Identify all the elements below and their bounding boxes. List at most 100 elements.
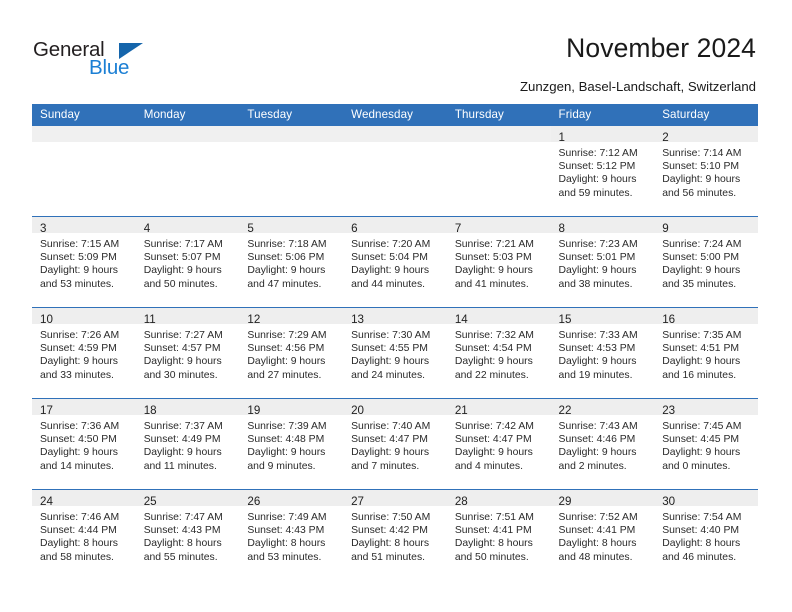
day-number-band: 9 — [654, 217, 758, 235]
calendar-table: Sunday Monday Tuesday Wednesday Thursday… — [32, 104, 758, 580]
daylight-text-line1: Daylight: 8 hours — [143, 538, 222, 550]
day-number-band: 11 — [135, 308, 240, 326]
calendar-day-cell[interactable]: 28 Sunrise: 7:51 AM Sunset: 4:41 PM Dayligh… — [446, 489, 551, 580]
daylight-text-line1: Daylight: 8 hours — [247, 538, 326, 550]
day-number-band: 27 — [343, 490, 447, 508]
sunset-text: Sunset: 4:41 PM — [454, 525, 532, 537]
day-number: 13 — [351, 313, 365, 326]
day-details: Sunrise: 7:21 AM Sunset: 5:03 PM Daylight:… — [447, 233, 551, 291]
sunset-text: Sunset: 5:07 PM — [143, 252, 221, 264]
daylight-text-line2: and 46 minutes. — [662, 551, 737, 563]
sunrise-text: Sunrise: 7:17 AM — [143, 239, 223, 250]
day-number-band — [239, 126, 344, 142]
day-number-band — [343, 126, 447, 142]
daylight-text-line1: Daylight: 9 hours — [143, 447, 222, 459]
weekday-header-wednesday: Wednesday — [343, 104, 447, 126]
day-number-band: 8 — [550, 217, 655, 235]
calendar-day-cell[interactable]: 16 Sunrise: 7:35 AM Sunset: 4:51 PM Dayligh… — [654, 307, 758, 399]
sunrise-text: Sunrise: 7:54 AM — [662, 512, 742, 523]
day-number: 19 — [247, 404, 261, 417]
day-number: 23 — [662, 404, 676, 417]
day-details: Sunrise: 7:50 AM Sunset: 4:42 PM Daylight:… — [343, 506, 447, 564]
calendar-day-cell[interactable]: 17 Sunrise: 7:36 AM Sunset: 4:50 PM Dayligh… — [32, 398, 136, 490]
calendar-day-cell[interactable]: 19 Sunrise: 7:39 AM Sunset: 4:48 PM Dayligh… — [239, 398, 344, 490]
daylight-text-line2: and 56 minutes. — [662, 187, 737, 199]
calendar-week-row: 17 Sunrise: 7:36 AM Sunset: 4:50 PM Dayligh… — [32, 398, 758, 490]
calendar-day-cell[interactable]: 9 Sunrise: 7:24 AM Sunset: 5:00 PM Daylight… — [654, 216, 758, 308]
calendar-day-cell[interactable]: 25 Sunrise: 7:47 AM Sunset: 4:43 PM Dayligh… — [135, 489, 240, 580]
sunset-text: Sunset: 5:03 PM — [454, 252, 532, 264]
calendar-day-cell[interactable]: 15 Sunrise: 7:33 AM Sunset: 4:53 PM Dayligh… — [550, 307, 655, 399]
day-details: Sunrise: 7:24 AM Sunset: 5:00 PM Daylight:… — [654, 233, 758, 291]
daylight-text-line1: Daylight: 9 hours — [40, 447, 118, 459]
calendar-week-row: 1 Sunrise: 7:12 AM Sunset: 5:12 PM Daylight… — [32, 126, 758, 217]
day-details: Sunrise: 7:35 AM Sunset: 4:51 PM Daylight:… — [654, 324, 758, 382]
sunrise-text: Sunrise: 7:24 AM — [662, 239, 742, 250]
calendar-day-cell[interactable]: 5 Sunrise: 7:18 AM Sunset: 5:06 PM Daylight… — [239, 216, 344, 308]
day-number: 20 — [351, 404, 365, 417]
daylight-text-line2: and 22 minutes. — [454, 369, 529, 381]
calendar-day-cell[interactable]: 26 Sunrise: 7:49 AM Sunset: 4:43 PM Dayligh… — [239, 489, 344, 580]
day-details: Sunrise: 7:40 AM Sunset: 4:47 PM Daylight:… — [343, 415, 447, 473]
calendar-day-cell[interactable]: 23 Sunrise: 7:45 AM Sunset: 4:45 PM Dayligh… — [654, 398, 758, 490]
day-number-band: 3 — [32, 217, 136, 235]
daylight-text-line1: Daylight: 8 hours — [558, 538, 637, 550]
weekday-header-friday: Friday — [550, 104, 655, 126]
daylight-text-line1: Daylight: 9 hours — [558, 356, 637, 368]
calendar-day-cell[interactable]: 3 Sunrise: 7:15 AM Sunset: 5:09 PM Daylight… — [32, 216, 136, 308]
day-number: 15 — [558, 313, 572, 326]
calendar-header-row: Sunday Monday Tuesday Wednesday Thursday… — [32, 104, 758, 126]
weekday-header-thursday: Thursday — [446, 104, 551, 126]
daylight-text-line2: and 2 minutes. — [558, 460, 627, 472]
calendar-day-cell[interactable]: 7 Sunrise: 7:21 AM Sunset: 5:03 PM Daylight… — [446, 216, 551, 308]
sunset-text: Sunset: 5:09 PM — [40, 252, 117, 264]
daylight-text-line2: and 41 minutes. — [454, 278, 529, 290]
calendar-day-cell[interactable]: 8 Sunrise: 7:23 AM Sunset: 5:01 PM Daylight… — [550, 216, 655, 308]
daylight-text-line2: and 58 minutes. — [40, 551, 114, 563]
calendar-day-cell[interactable]: 27 Sunrise: 7:50 AM Sunset: 4:42 PM Dayligh… — [343, 489, 447, 580]
calendar-day-cell[interactable]: 21 Sunrise: 7:42 AM Sunset: 4:47 PM Dayligh… — [446, 398, 551, 490]
calendar-day-cell[interactable]: 22 Sunrise: 7:43 AM Sunset: 4:46 PM Dayligh… — [550, 398, 655, 490]
sunrise-text: Sunrise: 7:45 AM — [662, 421, 742, 432]
calendar-day-cell[interactable]: 14 Sunrise: 7:32 AM Sunset: 4:54 PM Dayligh… — [446, 307, 551, 399]
calendar-day-cell[interactable]: 12 Sunrise: 7:29 AM Sunset: 4:56 PM Dayligh… — [239, 307, 344, 399]
daylight-text-line1: Daylight: 8 hours — [454, 538, 533, 550]
page-header: General Blue November 2024 Zunzgen, Base… — [0, 0, 792, 103]
calendar-day-cell[interactable]: 20 Sunrise: 7:40 AM Sunset: 4:47 PM Dayligh… — [343, 398, 447, 490]
day-details: Sunrise: 7:20 AM Sunset: 5:04 PM Daylight:… — [343, 233, 447, 291]
sunrise-text: Sunrise: 7:32 AM — [454, 330, 534, 341]
calendar-day-cell[interactable]: 18 Sunrise: 7:37 AM Sunset: 4:49 PM Dayligh… — [135, 398, 240, 490]
day-number: 14 — [454, 313, 468, 326]
day-number: 1 — [558, 131, 565, 144]
sunrise-text: Sunrise: 7:30 AM — [351, 330, 431, 341]
sunset-text: Sunset: 5:10 PM — [662, 161, 740, 173]
daylight-text-line1: Daylight: 9 hours — [558, 447, 637, 459]
daylight-text-line2: and 51 minutes. — [351, 551, 426, 563]
calendar-day-cell[interactable]: 6 Sunrise: 7:20 AM Sunset: 5:04 PM Daylight… — [343, 216, 447, 308]
daylight-text-line2: and 7 minutes. — [351, 460, 420, 472]
calendar-day-cell[interactable]: 1 Sunrise: 7:12 AM Sunset: 5:12 PM Daylight… — [550, 126, 655, 217]
calendar-day-cell[interactable]: 29 Sunrise: 7:52 AM Sunset: 4:41 PM Dayligh… — [550, 489, 655, 580]
weekday-header-sunday: Sunday — [32, 104, 136, 126]
day-number: 2 — [662, 131, 669, 144]
calendar-day-cell[interactable]: 24 Sunrise: 7:46 AM Sunset: 4:44 PM Dayligh… — [32, 489, 136, 580]
daylight-text-line2: and 33 minutes. — [40, 369, 114, 381]
daylight-text-line2: and 11 minutes. — [143, 460, 217, 472]
calendar-day-cell[interactable]: 2 Sunrise: 7:14 AM Sunset: 5:10 PM Daylight… — [654, 126, 758, 217]
calendar-day-cell[interactable]: 30 Sunrise: 7:54 AM Sunset: 4:40 PM Dayligh… — [654, 489, 758, 580]
calendar-day-cell[interactable]: 11 Sunrise: 7:27 AM Sunset: 4:57 PM Dayligh… — [135, 307, 240, 399]
day-number-band: 19 — [239, 399, 344, 417]
sunset-text: Sunset: 4:48 PM — [247, 434, 325, 446]
day-details: Sunrise: 7:33 AM Sunset: 4:53 PM Daylight:… — [551, 324, 655, 382]
daylight-text-line1: Daylight: 9 hours — [662, 356, 741, 368]
calendar-day-cell[interactable]: 13 Sunrise: 7:30 AM Sunset: 4:55 PM Dayligh… — [343, 307, 447, 399]
day-details: Sunrise: 7:51 AM Sunset: 4:41 PM Daylight:… — [447, 506, 551, 564]
sunset-text: Sunset: 4:43 PM — [247, 525, 325, 537]
daylight-text-line2: and 0 minutes. — [662, 460, 731, 472]
day-number: 10 — [40, 313, 53, 326]
day-number-band: 18 — [135, 399, 240, 417]
sunrise-text: Sunrise: 7:49 AM — [247, 512, 327, 523]
calendar-day-cell[interactable]: 4 Sunrise: 7:17 AM Sunset: 5:07 PM Daylight… — [135, 216, 240, 308]
day-number: 22 — [558, 404, 572, 417]
calendar-day-cell[interactable]: 10 Sunrise: 7:26 AM Sunset: 4:59 PM Dayligh… — [32, 307, 136, 399]
